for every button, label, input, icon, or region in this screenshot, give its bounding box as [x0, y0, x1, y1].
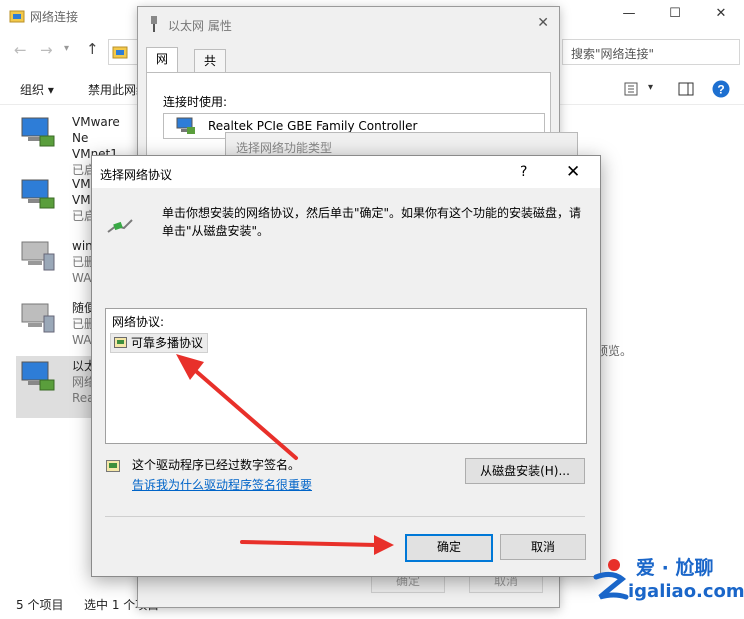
watermark-logo: 爱 · 尬聊 igaliao.com — [592, 553, 744, 609]
annotation-arrows — [176, 354, 394, 555]
watermark-brand: 爱 · 尬聊 — [636, 557, 714, 579]
logo-mark-icon — [593, 559, 629, 600]
watermark-domain: igaliao.com — [628, 581, 744, 602]
arrow-to-protocol — [188, 364, 298, 460]
arrow-head-ok — [374, 535, 394, 555]
arrow-to-ok — [240, 540, 378, 547]
